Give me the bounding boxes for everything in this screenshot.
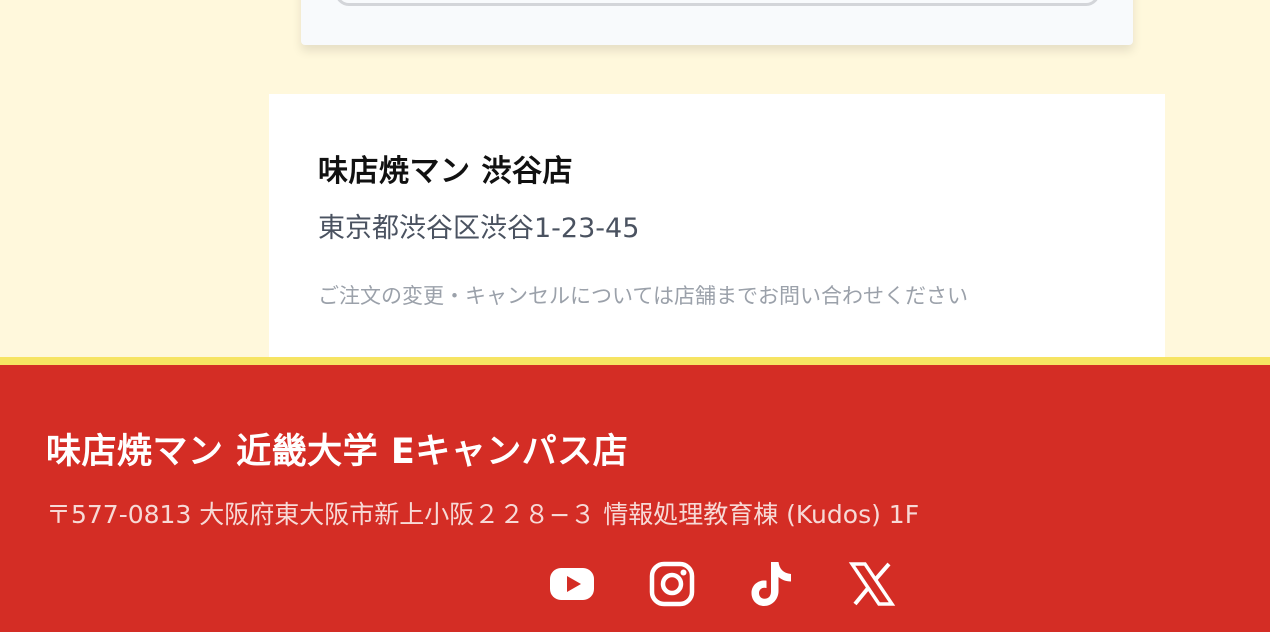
- shop-address: 東京都渋谷区渋谷1-23-45: [318, 213, 640, 244]
- order-change-note: ご注文の変更・キャンセルについては店舗までお問い合わせください: [318, 284, 968, 308]
- instagram-link[interactable]: [648, 560, 696, 608]
- footer-address: 〒577-0813 大阪府東大阪市新上小阪２２８−３ 情報処理教育棟 (Kudo…: [46, 500, 920, 529]
- text-field[interactable]: [335, 0, 1100, 6]
- site-footer: 味店焼マン 近畿大学 Eキャンパス店 〒577-0813 大阪府東大阪市新上小阪…: [0, 357, 1270, 632]
- youtube-link[interactable]: [548, 560, 596, 608]
- tiktok-link[interactable]: [748, 560, 796, 608]
- instagram-icon: [649, 561, 695, 607]
- previous-card: [301, 0, 1133, 45]
- shop-info-card: 味店焼マン 渋谷店 東京都渋谷区渋谷1-23-45 ご注文の変更・キャンセルにつ…: [269, 94, 1165, 364]
- shop-name: 味店焼マン 渋谷店: [318, 154, 573, 189]
- tiktok-icon: [751, 562, 791, 606]
- social-links: [548, 560, 896, 608]
- x-icon: [848, 562, 896, 606]
- footer-store-name: 味店焼マン 近畿大学 Eキャンパス店: [46, 432, 629, 472]
- x-link[interactable]: [848, 560, 896, 608]
- youtube-icon: [550, 568, 594, 600]
